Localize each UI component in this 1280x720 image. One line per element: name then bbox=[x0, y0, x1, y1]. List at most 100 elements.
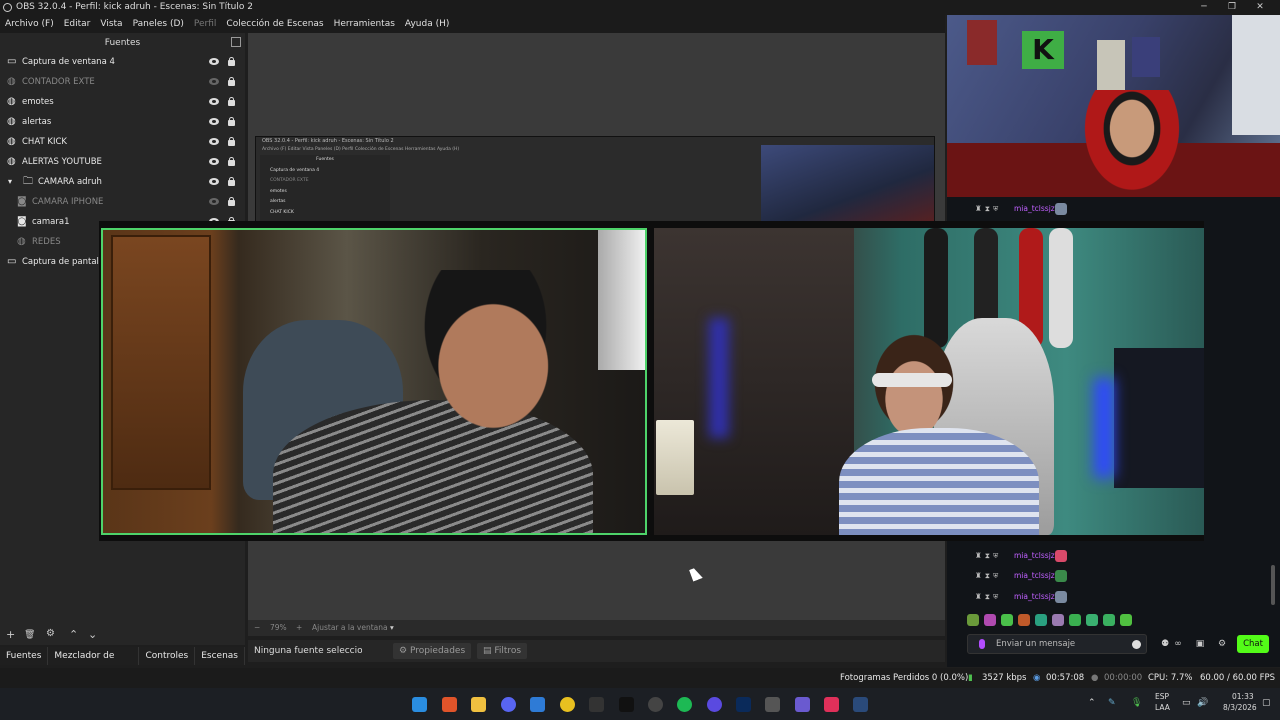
obs-taskbar-icon[interactable] bbox=[648, 697, 663, 712]
emoji-icon[interactable] bbox=[1132, 640, 1141, 649]
properties-button[interactable]: ⚙ Propiedades bbox=[393, 643, 472, 659]
eye-icon[interactable] bbox=[209, 138, 219, 145]
file-explorer-icon[interactable] bbox=[471, 697, 486, 712]
clock-time[interactable]: 01:33 bbox=[1232, 692, 1254, 701]
chat-username[interactable]: mia_tclssjz bbox=[1014, 568, 1055, 584]
discord-icon[interactable] bbox=[501, 697, 516, 712]
photoshop-icon[interactable] bbox=[736, 697, 751, 712]
source-item[interactable]: ◍ CHAT KICK bbox=[0, 132, 245, 152]
emote-icon[interactable] bbox=[1001, 614, 1013, 626]
lock-icon[interactable] bbox=[228, 97, 235, 106]
source-item[interactable]: ◍ ALERTAS YOUTUBE bbox=[0, 152, 245, 172]
brave-icon[interactable] bbox=[442, 697, 457, 712]
emote-icon[interactable] bbox=[1069, 614, 1081, 626]
lock-icon[interactable] bbox=[228, 77, 235, 86]
filters-button[interactable]: ▤ Filtros bbox=[477, 643, 528, 659]
lock-icon[interactable] bbox=[228, 117, 235, 126]
eye-icon[interactable] bbox=[209, 178, 219, 185]
menu-archivo[interactable]: Archivo (F) bbox=[0, 15, 59, 33]
tab-mezclador-audio[interactable]: Mezclador de audio bbox=[48, 647, 140, 679]
emote-icon[interactable] bbox=[1120, 614, 1132, 626]
restore-button[interactable]: ❐ bbox=[1218, 0, 1246, 15]
lock-icon[interactable] bbox=[228, 197, 235, 206]
chat-username[interactable]: mia_tclssjz bbox=[1014, 548, 1055, 564]
app-icon[interactable] bbox=[765, 697, 780, 712]
mic-tray-icon[interactable]: 🎙 bbox=[1131, 698, 1142, 708]
clock-date[interactable]: 8/3/2026 bbox=[1223, 703, 1257, 712]
eye-icon[interactable] bbox=[209, 98, 219, 105]
eye-icon[interactable] bbox=[209, 118, 219, 125]
spotify-icon[interactable] bbox=[677, 697, 692, 712]
menu-editar[interactable]: Editar bbox=[59, 15, 96, 33]
language-bottom[interactable]: LAA bbox=[1155, 703, 1170, 712]
source-item[interactable]: ▾ 🗀 CAMARA adruh bbox=[0, 172, 245, 192]
chevron-down-icon[interactable]: ▾ bbox=[390, 620, 394, 636]
chat-username[interactable]: mia_tclssjz bbox=[1014, 589, 1055, 605]
chevron-down-icon[interactable]: ▾ bbox=[8, 172, 18, 186]
lock-icon[interactable] bbox=[228, 177, 235, 186]
chat-input[interactable]: Enviar un mensaje bbox=[967, 634, 1147, 654]
tiktok-live-icon[interactable] bbox=[824, 697, 839, 712]
menu-paneles[interactable]: Paneles (D) bbox=[128, 15, 189, 33]
pen-icon[interactable]: ✎ bbox=[1108, 698, 1116, 708]
lock-icon[interactable] bbox=[228, 157, 235, 166]
steam-icon[interactable] bbox=[853, 697, 868, 712]
emote-icon[interactable] bbox=[1103, 614, 1115, 626]
source-item[interactable]: ◙ CAMARA IPHONE bbox=[0, 192, 245, 212]
chat-send-button[interactable]: Chat bbox=[1237, 635, 1269, 653]
gift-icon[interactable]: ▣ bbox=[1195, 639, 1205, 649]
menu-coleccion-escenas[interactable]: Colección de Escenas bbox=[221, 15, 328, 33]
menu-herramientas[interactable]: Herramientas bbox=[329, 15, 400, 33]
volume-icon[interactable]: 🔊 bbox=[1197, 698, 1208, 708]
source-settings-button[interactable]: ⚙ bbox=[46, 628, 55, 639]
tab-controles[interactable]: Controles bbox=[139, 647, 196, 665]
photos-icon[interactable] bbox=[530, 697, 545, 712]
minimize-button[interactable]: ─ bbox=[1190, 0, 1218, 15]
chat-scrollbar[interactable] bbox=[1271, 565, 1275, 605]
windows-start-icon[interactable] bbox=[412, 697, 427, 712]
menu-ayuda[interactable]: Ayuda (H) bbox=[400, 15, 454, 33]
network-icon[interactable]: ▭ bbox=[1182, 698, 1191, 708]
app-icon[interactable] bbox=[707, 697, 722, 712]
app-icon[interactable] bbox=[795, 697, 810, 712]
app-icon[interactable] bbox=[560, 697, 575, 712]
move-down-button[interactable]: ⌄ bbox=[88, 628, 97, 641]
source-item[interactable]: ◍ CONTADOR EXTE bbox=[0, 72, 245, 92]
settings-icon[interactable]: ⚙ bbox=[1217, 639, 1227, 649]
menu-vista[interactable]: Vista bbox=[95, 15, 127, 33]
chevron-up-icon[interactable]: ⌃ bbox=[1088, 698, 1096, 708]
language-top[interactable]: ESP bbox=[1155, 692, 1169, 701]
emote-icon[interactable] bbox=[1052, 614, 1064, 626]
move-up-button[interactable]: ⌃ bbox=[69, 628, 78, 641]
add-source-button[interactable]: + bbox=[6, 628, 15, 641]
lock-icon[interactable] bbox=[228, 137, 235, 146]
tab-escenas[interactable]: Escenas bbox=[195, 647, 245, 665]
eye-icon[interactable] bbox=[209, 58, 219, 65]
menu-perfil[interactable]: Perfil bbox=[189, 15, 222, 33]
source-item[interactable]: ▭ Captura de ventana 4 bbox=[0, 52, 245, 72]
source-item[interactable]: ◍ alertas bbox=[0, 112, 245, 132]
tab-fuentes[interactable]: Fuentes bbox=[0, 647, 49, 665]
fit-window-dropdown[interactable]: Ajustar a la ventana bbox=[312, 620, 388, 636]
eye-icon[interactable] bbox=[209, 158, 219, 165]
zoom-in-button[interactable]: + bbox=[296, 620, 302, 636]
emote-icon[interactable] bbox=[1086, 614, 1098, 626]
undock-icon[interactable] bbox=[231, 37, 241, 47]
tiktok-icon[interactable] bbox=[619, 697, 634, 712]
emote-icon[interactable] bbox=[1018, 614, 1030, 626]
link-icon[interactable]: ∞ bbox=[1173, 639, 1183, 649]
close-button[interactable]: ✕ bbox=[1246, 0, 1274, 15]
mic-icon[interactable] bbox=[979, 639, 985, 649]
source-item[interactable]: ◍ emotes bbox=[0, 92, 245, 112]
chat-username[interactable]: mia_tclssjz bbox=[1014, 201, 1055, 217]
remove-source-button[interactable]: 🗑 bbox=[24, 630, 35, 640]
capcut-icon[interactable] bbox=[589, 697, 604, 712]
people-icon[interactable]: ⚉ bbox=[1160, 639, 1170, 649]
emote-icon[interactable] bbox=[967, 614, 979, 626]
notification-icon[interactable]: ▢ bbox=[1262, 698, 1271, 708]
emote-icon[interactable] bbox=[1035, 614, 1047, 626]
lock-icon[interactable] bbox=[228, 57, 235, 66]
zoom-out-button[interactable]: − bbox=[254, 620, 260, 636]
emote-icon[interactable] bbox=[984, 614, 996, 626]
eye-off-icon[interactable] bbox=[209, 198, 219, 205]
